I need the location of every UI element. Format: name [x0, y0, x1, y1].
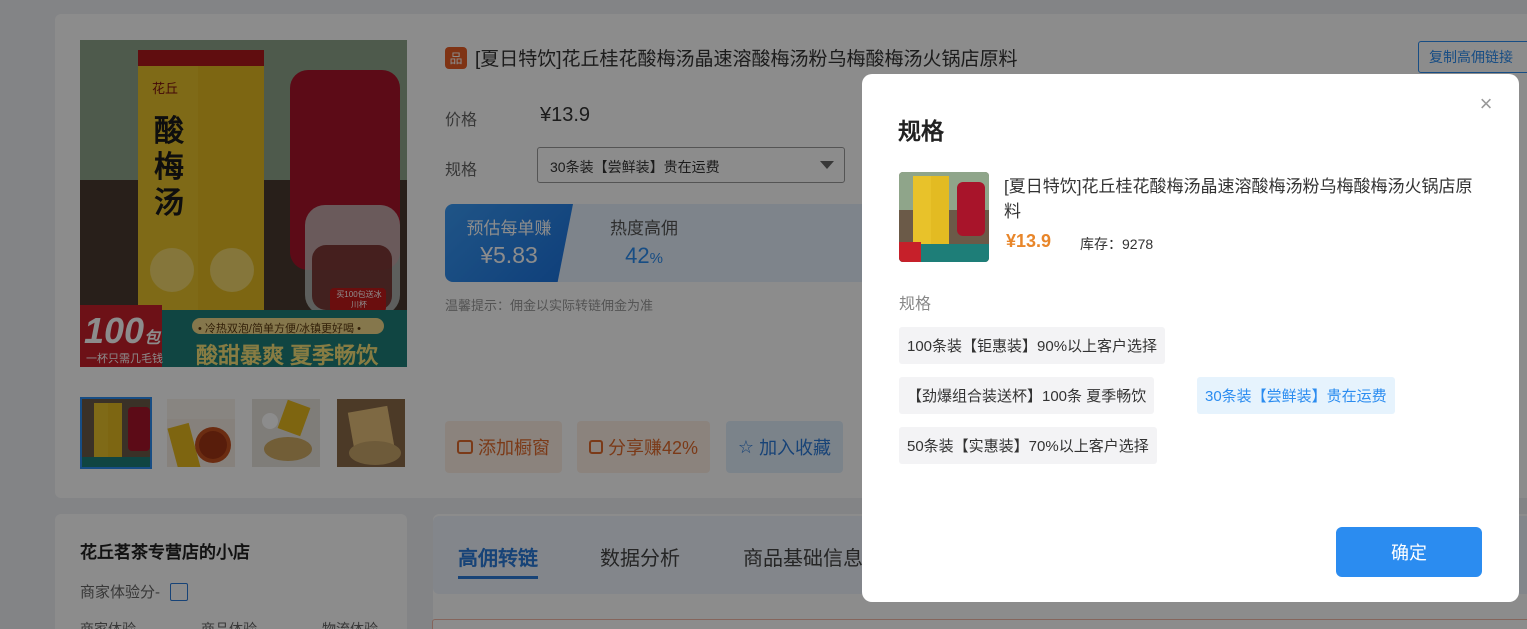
spec-modal: 规格 × [夏日特饮]花丘桂花酸梅汤晶速溶酸梅汤粉乌梅酸梅汤火锅店原料 ¥13.… [862, 74, 1519, 602]
modal-product-image [899, 172, 989, 262]
spec-option-30-trial-pack[interactable]: 30条装【尝鲜装】贵在运费 [1197, 377, 1395, 414]
confirm-button[interactable]: 确定 [1336, 527, 1482, 577]
spec-option-100-value-pack[interactable]: 100条装【钜惠装】90%以上客户选择 [899, 327, 1166, 364]
spec-option-50-value-pack[interactable]: 50条装【实惠装】70%以上客户选择 [899, 427, 1157, 464]
modal-price: ¥13.9 [1006, 231, 1052, 251]
modal-spec-label: 规格 [899, 296, 932, 313]
page: 花丘 酸梅汤 买100包送冰川杯 100包 一杯只需几毛钱 • 冷热双泡/简单方… [0, 0, 1527, 629]
modal-title: 规格 [898, 118, 944, 144]
modal-product-title: [夏日特饮]花丘桂花酸梅汤晶速溶酸梅汤粉乌梅酸梅汤火锅店原料 [1004, 177, 1473, 221]
modal-stock: 库存：9278 [1080, 236, 1154, 252]
spec-option-combo-pack[interactable]: 【劲爆组合装送杯】100条 夏季畅饮 [899, 377, 1155, 414]
close-icon[interactable]: × [1476, 93, 1496, 115]
